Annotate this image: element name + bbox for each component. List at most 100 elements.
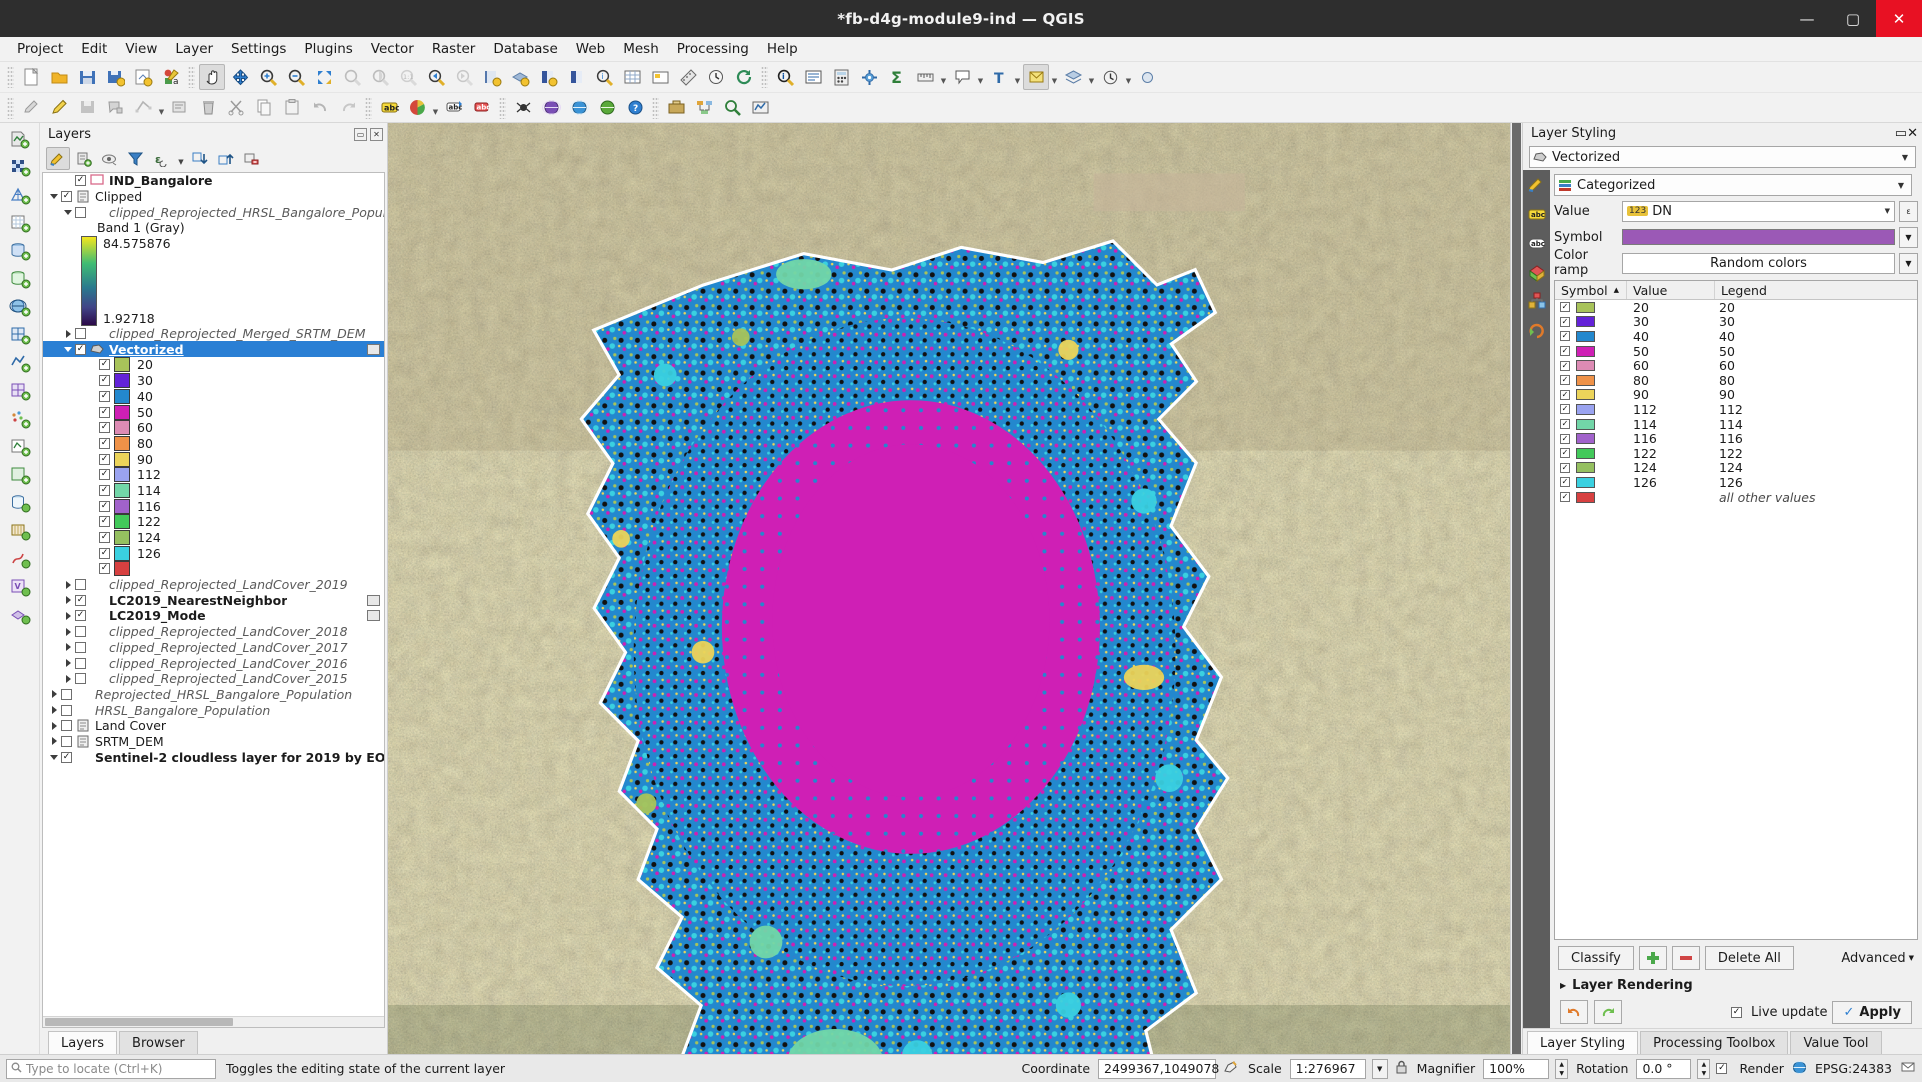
menu-settings[interactable]: Settings — [222, 38, 295, 60]
rotation-spinner[interactable]: ▲ ▼ — [1697, 1058, 1711, 1079]
live-update-checkbox[interactable]: ✓ — [1731, 1006, 1742, 1018]
save-project-as-icon[interactable] — [102, 64, 128, 90]
category-value[interactable]: 112 — [1627, 402, 1715, 417]
category-legend[interactable]: 116 — [1715, 431, 1917, 446]
expander-clipped[interactable] — [47, 194, 61, 200]
temporal-dropdown-icon[interactable]: ▼ — [1124, 64, 1133, 90]
zoom-in-icon[interactable] — [255, 64, 281, 90]
symbology-tab-icon[interactable] — [1526, 174, 1548, 196]
delete-all-button[interactable]: Delete All — [1704, 946, 1794, 970]
category-checkbox[interactable]: ✓ — [1560, 433, 1570, 444]
layer-rendering-section[interactable]: ▶ Layer Rendering — [1554, 974, 1918, 997]
save-project-icon[interactable] — [74, 64, 100, 90]
open-layer-styling-panel-icon[interactable] — [46, 147, 70, 170]
legend-class-row[interactable]: ✓ 90 — [43, 451, 384, 467]
category-row[interactable]: ✓ 116 116 — [1555, 431, 1917, 446]
new-map-layer-icon[interactable] — [1060, 64, 1086, 90]
layer-checkbox[interactable] — [75, 206, 86, 218]
new-virtual-layer-icon[interactable]: V — [5, 573, 35, 600]
category-symbol-cell[interactable]: ✓ — [1555, 447, 1627, 459]
header-legend[interactable]: Legend — [1715, 281, 1917, 299]
tab-browser[interactable]: Browser — [119, 1031, 198, 1054]
category-symbol-cell[interactable]: ✓ — [1555, 418, 1627, 430]
category-value[interactable]: 40 — [1627, 329, 1715, 344]
layer-checkbox[interactable] — [61, 720, 72, 732]
coordinate-value[interactable]: 2499367,1049078 — [1098, 1058, 1219, 1079]
layer-checkbox[interactable] — [75, 579, 86, 591]
measure-icon[interactable] — [675, 64, 701, 90]
layer-row[interactable]: ✓ Sentinel-2 cloudless layer for 2019 by … — [43, 749, 384, 765]
zoom-native-icon[interactable]: 1:1 — [395, 64, 421, 90]
filter-legend-dropdown-icon[interactable]: ▼ — [176, 147, 186, 170]
layer-checkbox[interactable]: ✓ — [75, 594, 86, 606]
legend-class-row[interactable]: ✓ 122 — [43, 514, 384, 530]
close-button[interactable]: ✕ — [1876, 0, 1922, 37]
maptips-dropdown-icon[interactable]: ▼ — [976, 64, 985, 90]
masks-tab-icon[interactable]: abc — [1526, 232, 1548, 254]
save-layer-edits-icon[interactable] — [74, 95, 100, 121]
category-checkbox[interactable]: ✓ — [1560, 448, 1570, 459]
category-value[interactable]: 114 — [1627, 417, 1715, 432]
layer-checkbox[interactable]: ✓ — [61, 191, 72, 203]
toolbar2-grip-3[interactable] — [499, 96, 506, 119]
legend-class-row[interactable]: ✓ 114 — [43, 482, 384, 499]
refresh-icon[interactable] — [731, 64, 757, 90]
toggle-editing-icon[interactable] — [46, 95, 72, 121]
annotation-dropdown-icon[interactable]: ▼ — [1013, 64, 1022, 90]
help-icon[interactable]: ? — [622, 95, 648, 121]
chevron-down-icon[interactable]: ▼ — [1885, 207, 1890, 215]
category-swatch[interactable] — [1576, 330, 1595, 342]
add-delimited-text-layer-icon[interactable] — [5, 209, 35, 236]
layer-edit-badge[interactable] — [367, 594, 380, 606]
layer-expander[interactable] — [47, 690, 61, 699]
paste-features-icon[interactable] — [279, 95, 305, 121]
category-legend[interactable]: 112 — [1715, 402, 1917, 417]
tab-value-tool[interactable]: Value Tool — [1790, 1031, 1882, 1054]
category-row[interactable]: ✓ 126 126 — [1555, 475, 1917, 490]
category-symbol-cell[interactable]: ✓ — [1555, 360, 1627, 372]
category-swatch[interactable] — [1576, 462, 1595, 474]
renderer-combo[interactable]: Categorized ▼ — [1554, 174, 1912, 196]
expand-all-icon[interactable] — [188, 147, 212, 170]
layer-row-clipped-hrsl[interactable]: clipped_Reprojected_HRSL_Bangalore_Popul… — [43, 204, 384, 220]
menu-mesh[interactable]: Mesh — [614, 38, 668, 60]
legend-class-checkbox[interactable]: ✓ — [99, 500, 110, 512]
category-swatch[interactable] — [1576, 433, 1595, 445]
delete-category-button[interactable] — [1671, 946, 1700, 970]
color-ramp-combo[interactable]: Random colors — [1622, 252, 1895, 274]
category-row[interactable]: ✓ 80 80 — [1555, 373, 1917, 388]
messages-log-icon[interactable] — [1900, 1060, 1916, 1078]
graphical-modeler-icon[interactable] — [691, 95, 717, 121]
legend-class-checkbox[interactable]: ✓ — [99, 437, 110, 449]
layer-expander[interactable] — [47, 706, 61, 715]
legend-class-row[interactable]: ✓ 112 — [43, 467, 384, 483]
category-value[interactable]: 60 — [1627, 358, 1715, 373]
search-plugin-icon[interactable] — [719, 95, 745, 121]
field-calculator-icon[interactable] — [828, 64, 854, 90]
layer-expander[interactable] — [47, 754, 61, 760]
legend-class-row[interactable]: ✓ 50 — [43, 404, 384, 420]
toolbar2-grip-2[interactable] — [365, 96, 372, 119]
copy-features-icon[interactable] — [251, 95, 277, 121]
cut-features-icon[interactable] — [223, 95, 249, 121]
undo-icon[interactable] — [307, 95, 333, 121]
toolbar2-grip[interactable] — [7, 96, 14, 119]
legend-class-checkbox[interactable]: ✓ — [99, 516, 110, 528]
toolbar-grip[interactable] — [7, 66, 14, 88]
legend-class-row[interactable]: ✓ 60 — [43, 420, 384, 436]
layer-checkbox[interactable] — [61, 735, 72, 747]
render-checkbox[interactable]: ✓ — [1716, 1063, 1728, 1074]
expression-builder-button[interactable]: ε — [1899, 200, 1918, 222]
layer-row[interactable]: HRSL_Bangalore_Population — [43, 702, 384, 718]
toolbar-grip-3[interactable] — [761, 66, 768, 88]
category-checkbox[interactable]: ✓ — [1560, 419, 1570, 430]
python-console-icon[interactable] — [1134, 64, 1160, 90]
category-value[interactable]: 30 — [1627, 314, 1715, 329]
category-swatch[interactable] — [1576, 301, 1595, 313]
layer-checkbox[interactable] — [75, 641, 86, 653]
category-legend[interactable]: 90 — [1715, 387, 1917, 402]
category-row[interactable]: ✓ 40 40 — [1555, 329, 1917, 344]
add-wms-layer-icon[interactable] — [5, 293, 35, 320]
current-edits-icon[interactable] — [18, 95, 44, 121]
map-scroll-thumb[interactable] — [1512, 123, 1521, 1054]
